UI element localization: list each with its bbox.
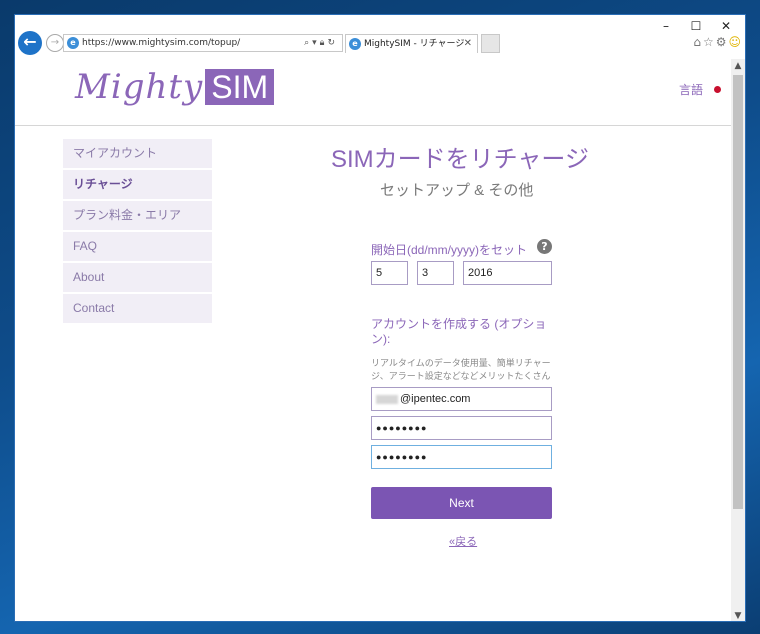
account-label: アカウントを作成する (オプション): — [371, 317, 547, 346]
browser-tools: ⌂☆⚙☺ — [693, 35, 743, 49]
back-link[interactable]: «戻る — [449, 533, 477, 549]
vertical-scrollbar[interactable]: ▲ ▼ — [731, 59, 745, 621]
logo-sim: SIM — [205, 69, 275, 105]
close-window-button[interactable]: ✕ — [711, 17, 741, 35]
email-value: @ipentec.com — [400, 393, 471, 405]
search-icon[interactable]: ⌕ — [304, 38, 312, 48]
scroll-thumb[interactable] — [733, 75, 743, 509]
scroll-down-icon[interactable]: ▼ — [731, 609, 745, 621]
sidebar-item-plans[interactable]: プラン料金・エリア — [63, 201, 212, 230]
ie-logo-icon: e — [67, 37, 79, 49]
redacted-email-user — [376, 394, 398, 404]
new-tab-button[interactable] — [481, 34, 500, 53]
day-input[interactable]: 5 — [371, 261, 408, 285]
scroll-up-icon[interactable]: ▲ — [731, 59, 745, 73]
sidebar-item-my-account[interactable]: マイアカウント — [63, 139, 212, 168]
dropdown-icon[interactable]: ▾ — [312, 38, 320, 48]
sidebar-item-about[interactable]: About — [63, 263, 212, 292]
maximize-button[interactable]: ☐ — [681, 17, 711, 35]
sidebar-item-contact[interactable]: Contact — [63, 294, 212, 323]
address-url: https://www.mightysim.com/topup/ — [82, 38, 241, 48]
minimize-button[interactable]: – — [651, 17, 681, 35]
tab-title: MightySIM - リチャージ — [364, 39, 465, 49]
smiley-icon[interactable]: ☺ — [728, 35, 743, 49]
address-actions[interactable]: ⌕▾🔒︎↻ — [304, 35, 338, 51]
back-arrow-icon[interactable]: ← — [18, 31, 42, 55]
sidebar-nav: マイアカウント リチャージ プラン料金・エリア FAQ About Contac… — [63, 139, 212, 325]
gear-icon[interactable]: ⚙ — [716, 35, 729, 49]
language-selector[interactable]: 言語 — [679, 81, 703, 98]
web-page: Mighty SIM 言語 マイアカウント リチャージ プラン料金・エリア FA… — [15, 59, 733, 621]
site-header: Mighty SIM 言語 — [15, 59, 733, 126]
tab-mightysim[interactable]: e MightySIM - リチャージ ✕ — [345, 34, 478, 53]
password-field[interactable]: ●●●●●●●● — [371, 416, 552, 440]
star-icon[interactable]: ☆ — [703, 35, 716, 49]
logo-mighty: Mighty — [75, 67, 204, 107]
page-subtitle: セットアップ & その他 — [380, 182, 534, 199]
ie-logo-icon: e — [349, 38, 361, 50]
home-icon[interactable]: ⌂ — [693, 35, 703, 49]
browser-window: – ☐ ✕ ← → e https://www.mightysim.com/to… — [14, 14, 746, 622]
sidebar-item-recharge[interactable]: リチャージ — [63, 170, 212, 199]
refresh-icon[interactable]: ↻ — [327, 38, 338, 48]
password-confirm-field[interactable]: ●●●●●●●● — [371, 445, 552, 469]
start-date-label: 開始日(dd/mm/yyyy)をセット — [371, 243, 528, 257]
window-controls: – ☐ ✕ — [651, 17, 741, 35]
japan-flag-icon[interactable] — [714, 86, 721, 93]
tab-close-icon[interactable]: ✕ — [464, 35, 472, 53]
year-input[interactable]: 2016 — [463, 261, 552, 285]
help-icon[interactable]: ? — [537, 239, 552, 254]
forward-arrow-icon[interactable]: → — [46, 34, 64, 52]
browser-chrome: – ☐ ✕ ← → e https://www.mightysim.com/to… — [15, 15, 745, 59]
month-input[interactable]: 3 — [417, 261, 454, 285]
account-hint: リアルタイムのデータ使用量、簡単リチャージ、アラート設定などなどメリットたくさん — [371, 358, 551, 381]
sidebar-item-faq[interactable]: FAQ — [63, 232, 212, 261]
email-field[interactable]: @ipentec.com — [371, 387, 552, 411]
address-bar[interactable]: e https://www.mightysim.com/topup/ ⌕▾🔒︎↻ — [63, 34, 343, 52]
next-button[interactable]: Next — [371, 487, 552, 519]
page-title: SIMカードをリチャージ — [331, 146, 589, 173]
site-logo[interactable]: Mighty SIM — [75, 67, 275, 107]
